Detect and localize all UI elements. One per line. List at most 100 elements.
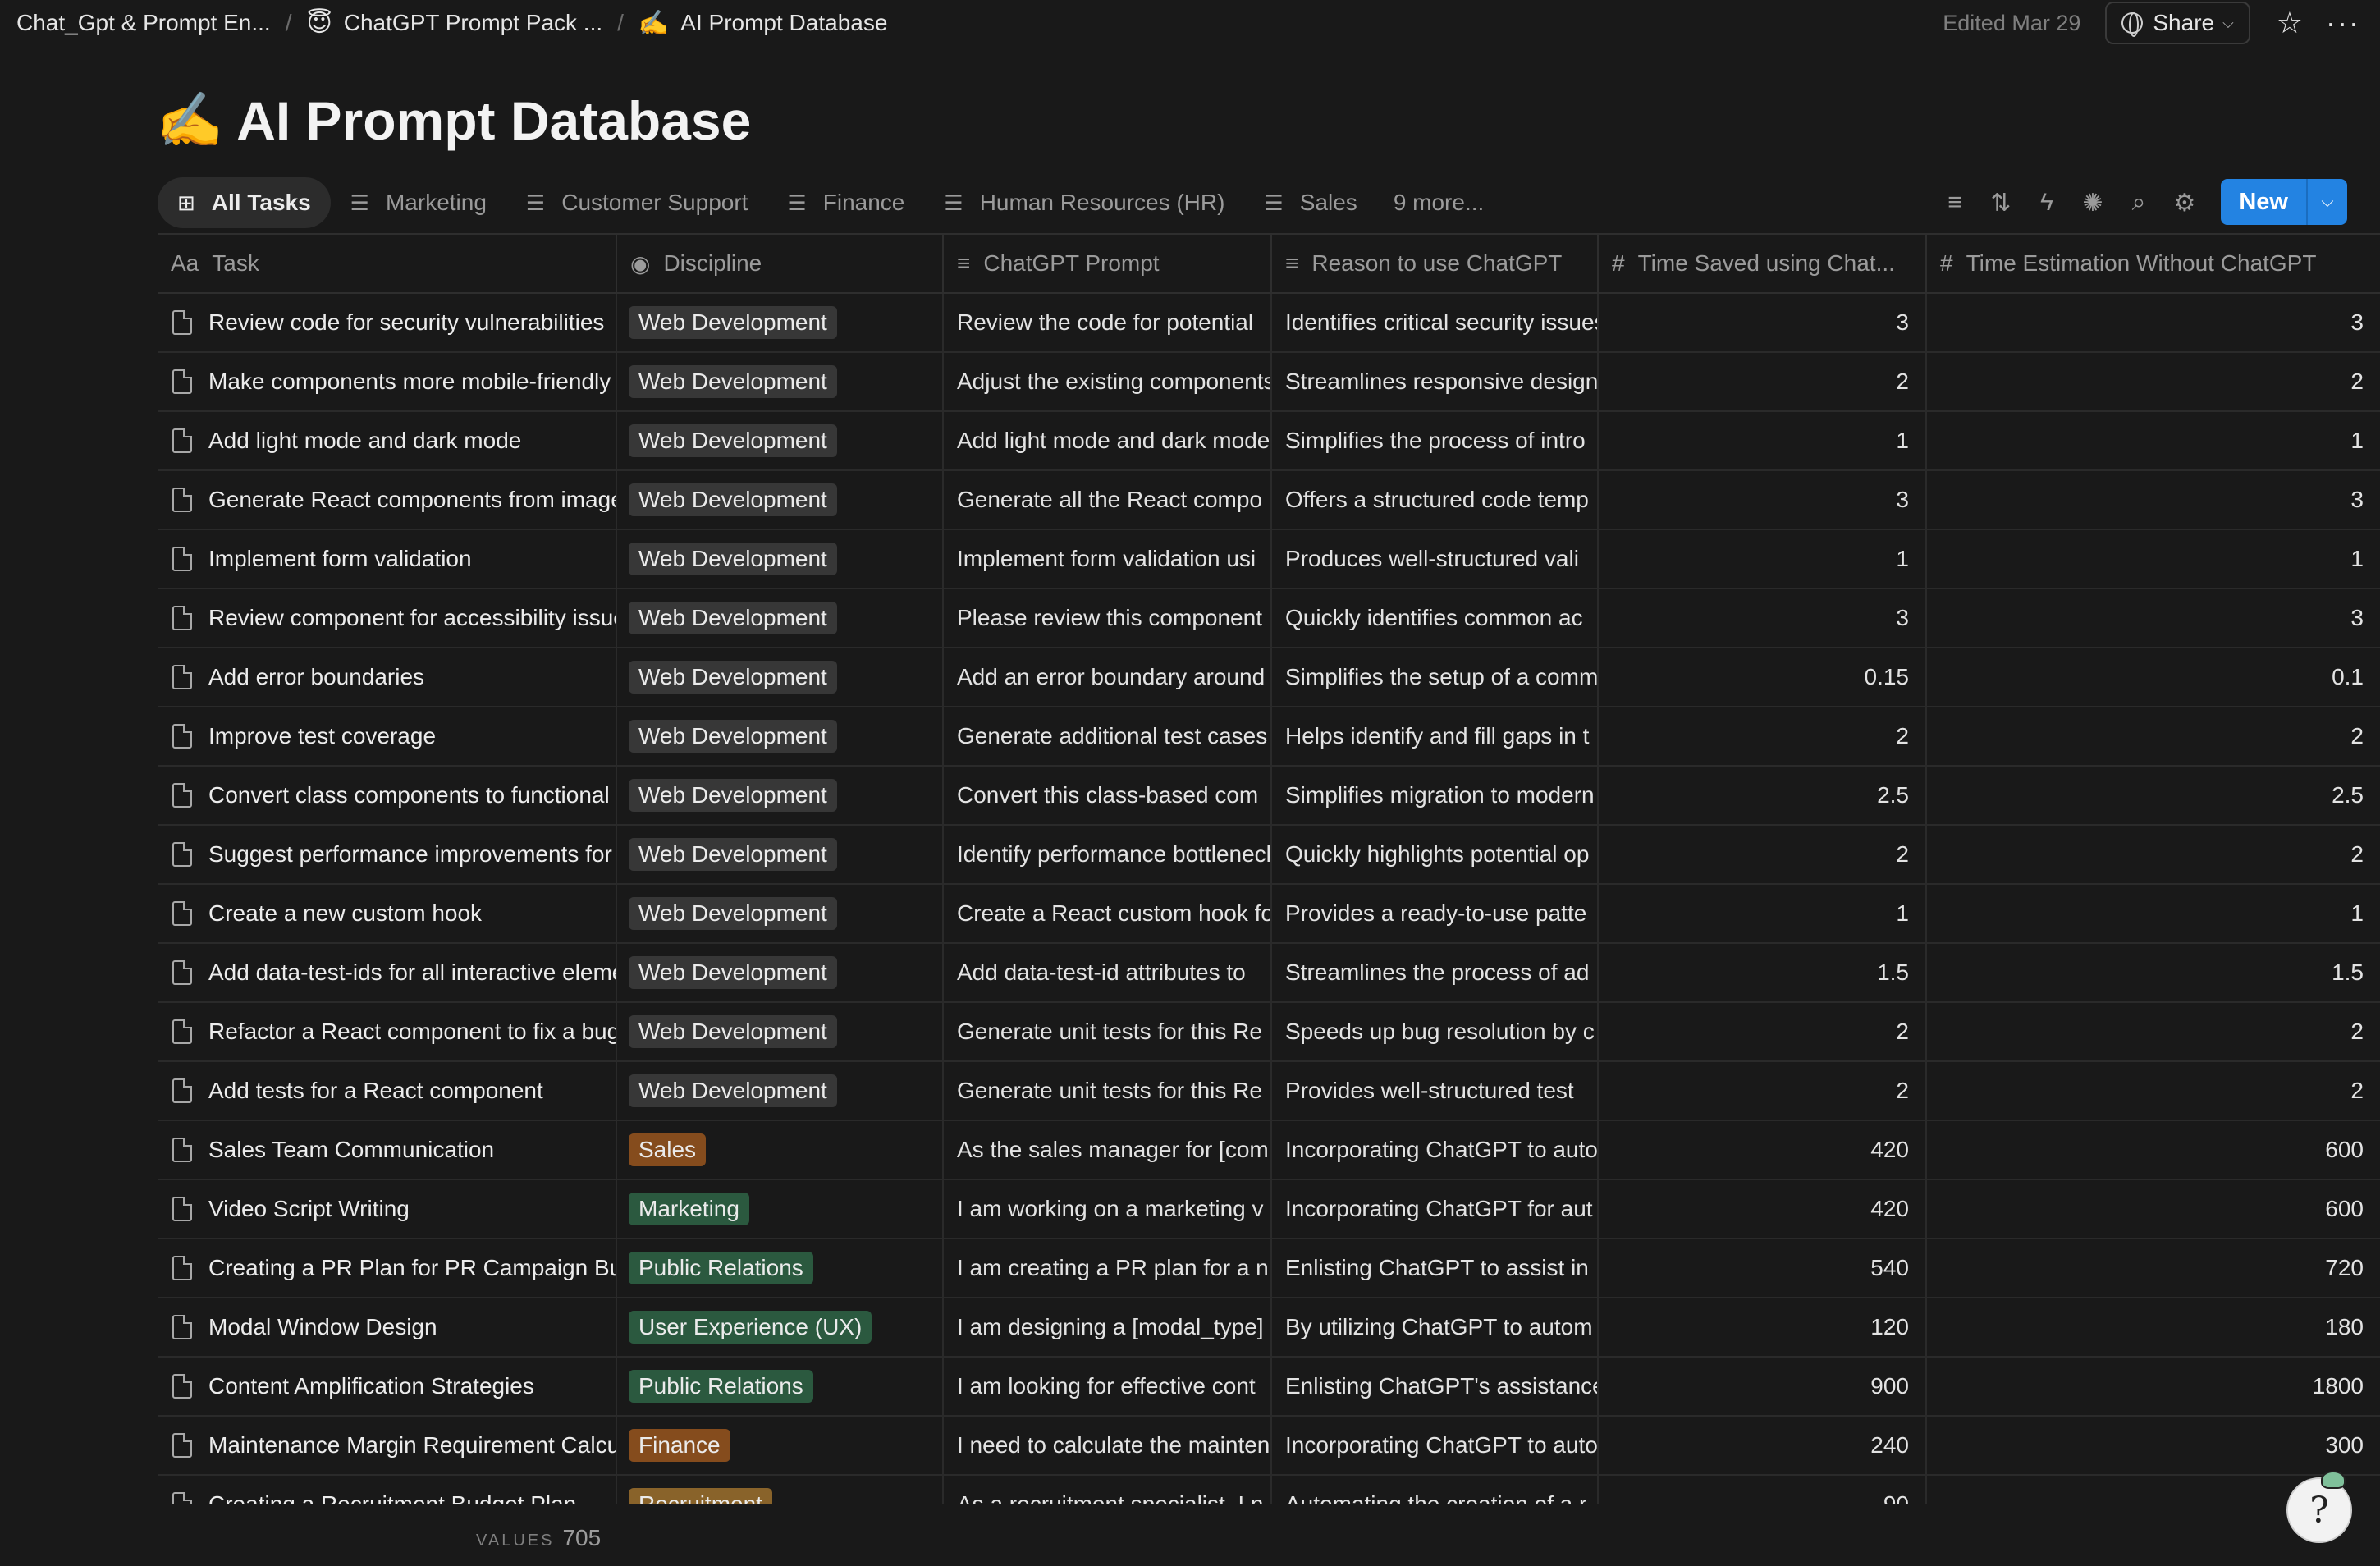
prompt-cell[interactable]: Generate additional test cases <box>944 707 1272 765</box>
time-estimation-cell[interactable]: 180 <box>1927 1298 2380 1356</box>
discipline-cell[interactable]: Web Development <box>617 707 944 765</box>
discipline-cell[interactable]: Marketing <box>617 1180 944 1238</box>
task-cell[interactable]: Modal Window Design <box>158 1298 617 1356</box>
discipline-cell[interactable]: Web Development <box>617 826 944 883</box>
prompt-cell[interactable]: Generate unit tests for this Re <box>944 1062 1272 1120</box>
reason-cell[interactable]: Identifies critical security issues <box>1272 294 1599 351</box>
prompt-cell[interactable]: As the sales manager for [com <box>944 1121 1272 1179</box>
breadcrumb-item-prompt-pack[interactable]: 😇 ChatGPT Prompt Pack ... <box>306 9 602 38</box>
time-estimation-cell[interactable]: 1800 <box>1927 1358 2380 1415</box>
discipline-cell[interactable]: Finance <box>617 1417 944 1474</box>
task-cell[interactable]: Make components more mobile-friendly <box>158 353 617 410</box>
column-header-reason[interactable]: ≡ Reason to use ChatGPT <box>1272 235 1599 292</box>
time-estimation-cell[interactable]: 600 <box>1927 1180 2380 1238</box>
discipline-cell[interactable]: Web Development <box>617 648 944 706</box>
table-row[interactable]: Creating a PR Plan for PR Campaign Build… <box>158 1239 2380 1298</box>
task-cell[interactable]: Implement form validation <box>158 530 617 588</box>
time-saved-cell[interactable]: 2 <box>1599 826 1927 883</box>
time-estimation-cell[interactable]: 1 <box>1927 885 2380 942</box>
discipline-cell[interactable]: Web Development <box>617 353 944 410</box>
share-button[interactable]: Share ⌵ <box>2105 2 2250 44</box>
time-saved-cell[interactable]: 240 <box>1599 1417 1927 1474</box>
task-cell[interactable]: Content Amplification Strategies <box>158 1358 617 1415</box>
prompt-cell[interactable]: Generate unit tests for this Re <box>944 1003 1272 1060</box>
time-saved-cell[interactable]: 2.5 <box>1599 767 1927 824</box>
time-estimation-cell[interactable]: 3 <box>1927 294 2380 351</box>
task-cell[interactable]: Video Script Writing <box>158 1180 617 1238</box>
sort-icon[interactable]: ⇅ <box>1978 189 2024 218</box>
table-row[interactable]: Sales Team Communication Sales As the sale… <box>158 1121 2380 1180</box>
prompt-cell[interactable]: Generate all the React compo <box>944 471 1272 529</box>
reason-cell[interactable]: Helps identify and fill gaps in t <box>1272 707 1599 765</box>
more-views-button[interactable]: 9 more... <box>1377 177 1500 228</box>
prompt-cell[interactable]: Adjust the existing components <box>944 353 1272 410</box>
prompt-cell[interactable]: Identify performance bottlenecks <box>944 826 1272 883</box>
reason-cell[interactable]: Provides a ready-to-use patte <box>1272 885 1599 942</box>
prompt-cell[interactable]: I am designing a [modal_type] <box>944 1298 1272 1356</box>
time-estimation-cell[interactable]: 1 <box>1927 412 2380 469</box>
column-header-time-saved[interactable]: # Time Saved using Chat... <box>1599 235 1927 292</box>
task-cell[interactable]: Review component for accessibility issue… <box>158 589 617 647</box>
calculation-footer[interactable]: VALUES 705 <box>476 1525 601 1551</box>
time-estimation-cell[interactable]: 3 <box>1927 589 2380 647</box>
table-row[interactable]: Maintenance Margin Requirement Calculati… <box>158 1417 2380 1476</box>
breadcrumb-item-workspace[interactable]: Chat_Gpt & Prompt En... <box>16 10 271 36</box>
table-row[interactable]: Convert class components to functional We… <box>158 767 2380 826</box>
time-saved-cell[interactable]: 3 <box>1599 294 1927 351</box>
task-cell[interactable]: Refactor a React component to fix a bug <box>158 1003 617 1060</box>
breadcrumb-item-current[interactable]: ✍️ AI Prompt Database <box>638 9 887 38</box>
time-saved-cell[interactable]: 900 <box>1599 1358 1927 1415</box>
time-saved-cell[interactable]: 1 <box>1599 885 1927 942</box>
time-estimation-cell[interactable]: 1 <box>1927 530 2380 588</box>
reason-cell[interactable]: Enlisting ChatGPT to assist in <box>1272 1239 1599 1297</box>
ai-sparkle-icon[interactable]: ✺ <box>2070 189 2116 218</box>
table-row[interactable]: Content Amplification Strategies Public R… <box>158 1358 2380 1417</box>
discipline-cell[interactable]: Web Development <box>617 589 944 647</box>
tab-sales[interactable]: ☰ Sales <box>1244 177 1376 228</box>
time-saved-cell[interactable]: 1.5 <box>1599 944 1927 1001</box>
time-saved-cell[interactable]: 420 <box>1599 1121 1927 1179</box>
column-header-time-estimation[interactable]: # Time Estimation Without ChatGPT <box>1927 235 2380 292</box>
table-row[interactable]: Review component for accessibility issue… <box>158 589 2380 648</box>
filter-icon[interactable]: ≡ <box>1932 189 1978 217</box>
reason-cell[interactable]: Speeds up bug resolution by c <box>1272 1003 1599 1060</box>
time-estimation-cell[interactable]: 2 <box>1927 707 2380 765</box>
prompt-cell[interactable]: Add data-test-id attributes to <box>944 944 1272 1001</box>
discipline-cell[interactable]: Web Development <box>617 471 944 529</box>
tab-customer-support[interactable]: ☰ Customer Support <box>506 177 768 228</box>
prompt-cell[interactable]: I am working on a marketing v <box>944 1180 1272 1238</box>
table-row[interactable]: Improve test coverage Web Development Gene… <box>158 707 2380 767</box>
reason-cell[interactable]: Simplifies the process of intro <box>1272 412 1599 469</box>
discipline-cell[interactable]: Web Development <box>617 944 944 1001</box>
time-estimation-cell[interactable]: 3 <box>1927 471 2380 529</box>
task-cell[interactable]: Sales Team Communication <box>158 1121 617 1179</box>
table-row[interactable]: Refactor a React component to fix a bug W… <box>158 1003 2380 1062</box>
discipline-cell[interactable]: Web Development <box>617 1003 944 1060</box>
prompt-cell[interactable]: Add an error boundary around <box>944 648 1272 706</box>
reason-cell[interactable]: Streamlines the process of ad <box>1272 944 1599 1001</box>
discipline-cell[interactable]: Web Development <box>617 767 944 824</box>
table-row[interactable]: Suggest performance improvements for Web … <box>158 826 2380 885</box>
automation-icon[interactable]: ϟ <box>2024 189 2070 217</box>
column-header-prompt[interactable]: ≡ ChatGPT Prompt <box>944 235 1272 292</box>
task-cell[interactable]: Add data-test-ids for all interactive el… <box>158 944 617 1001</box>
time-saved-cell[interactable]: 3 <box>1599 471 1927 529</box>
table-row[interactable]: Generate React components from images Web… <box>158 471 2380 530</box>
task-cell[interactable]: Suggest performance improvements for <box>158 826 617 883</box>
time-estimation-cell[interactable]: 2 <box>1927 826 2380 883</box>
table-row[interactable]: Implement form validation Web Development… <box>158 530 2380 589</box>
discipline-cell[interactable]: Web Development <box>617 294 944 351</box>
time-saved-cell[interactable]: 3 <box>1599 589 1927 647</box>
reason-cell[interactable]: Streamlines responsive design <box>1272 353 1599 410</box>
reason-cell[interactable]: Incorporating ChatGPT to auto <box>1272 1121 1599 1179</box>
discipline-cell[interactable]: Web Development <box>617 1062 944 1120</box>
table-row[interactable]: Add data-test-ids for all interactive el… <box>158 944 2380 1003</box>
tab-marketing[interactable]: ☰ Marketing <box>331 177 506 228</box>
time-estimation-cell[interactable]: 720 <box>1927 1239 2380 1297</box>
time-saved-cell[interactable]: 1 <box>1599 530 1927 588</box>
time-saved-cell[interactable]: 120 <box>1599 1298 1927 1356</box>
task-cell[interactable]: Maintenance Margin Requirement Calculati… <box>158 1417 617 1474</box>
tab-all-tasks[interactable]: ⊞ All Tasks <box>158 177 331 228</box>
reason-cell[interactable]: Enlisting ChatGPT's assistance <box>1272 1358 1599 1415</box>
help-icon[interactable]: ? <box>2286 1471 2352 1543</box>
